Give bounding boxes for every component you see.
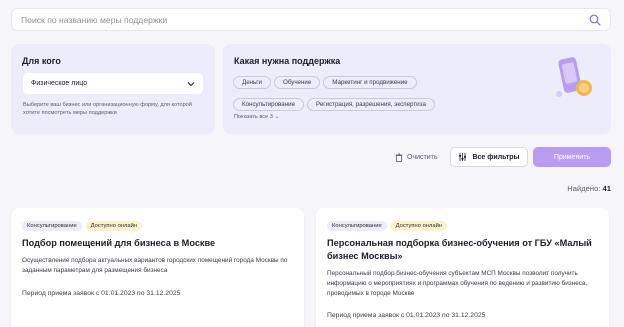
support-title: Какая нужна поддержка xyxy=(234,56,341,66)
chip-consulting[interactable]: Консультирование xyxy=(233,98,305,111)
search-icon[interactable] xyxy=(589,14,601,26)
support-card[interactable]: Консультирование Доступно онлайн Персона… xyxy=(316,208,609,327)
chip-money[interactable]: Деньги xyxy=(233,76,271,89)
support-card[interactable]: Консультирование Доступно онлайн Подбор … xyxy=(11,208,304,327)
online-badge: Доступно онлайн xyxy=(85,221,143,231)
all-filters-label: Все фильтры xyxy=(472,153,520,161)
apply-button[interactable]: Применить xyxy=(533,147,611,167)
category-badge: Консультирование xyxy=(327,221,387,231)
trash-icon xyxy=(395,153,403,162)
card-title[interactable]: Подбор помещений для бизнеса в Москве xyxy=(22,237,292,250)
audience-hint: Выберите ваш бизнес или организационную … xyxy=(23,102,192,116)
filter-icon xyxy=(459,153,467,161)
card-description: Персональный подбор бизнес-обучения субъ… xyxy=(327,270,588,297)
category-badge: Консультирование xyxy=(22,221,82,231)
chip-registration[interactable]: Регистрация, разрешения, экспертиза xyxy=(307,98,435,111)
audience-select[interactable]: Физическое лицо xyxy=(23,73,203,94)
all-filters-button[interactable]: Все фильтры xyxy=(450,147,528,167)
card-badges: Консультирование Доступно онлайн xyxy=(327,221,448,231)
card-description: Осуществление подбора актуальных вариант… xyxy=(22,257,288,274)
card-period: Период приема заявок с 01.01.2023 по 31.… xyxy=(327,312,486,319)
audience-select-value: Физическое лицо xyxy=(31,80,88,87)
card-badges: Консультирование Доступно онлайн xyxy=(22,221,143,231)
search-bar[interactable] xyxy=(11,8,611,31)
apply-label: Применить xyxy=(553,153,591,161)
show-all-link[interactable]: Показать все 3 ⌄ xyxy=(234,114,279,120)
chip-education[interactable]: Обучение xyxy=(274,76,321,89)
reset-label: Очистить xyxy=(407,153,438,161)
results-count: Найдено: 41 xyxy=(567,184,611,193)
support-illustration xyxy=(556,57,592,97)
search-input[interactable] xyxy=(21,14,589,25)
support-chips: Деньги Обучение Маркетинг и продвижение Кон… xyxy=(233,71,503,115)
card-title[interactable]: Персональная подборка бизнес-обучения от… xyxy=(327,237,597,263)
reset-button[interactable]: Очистить xyxy=(395,147,437,167)
audience-title: Для кого xyxy=(22,56,61,66)
online-badge: Доступно онлайн xyxy=(390,221,448,231)
chevron-down-icon xyxy=(187,81,195,86)
chip-marketing[interactable]: Маркетинг и продвижение xyxy=(323,76,417,89)
results-count-value: 41 xyxy=(602,184,611,193)
audience-panel: Для кого Физическое лицо Выберите ваш би… xyxy=(11,44,215,134)
results-count-label: Найдено: xyxy=(567,184,601,193)
support-panel: Какая нужна поддержка Деньги Обучение Марк… xyxy=(223,44,611,134)
card-period: Период приема заявок с 01.01.2023 по 31.… xyxy=(22,290,181,297)
